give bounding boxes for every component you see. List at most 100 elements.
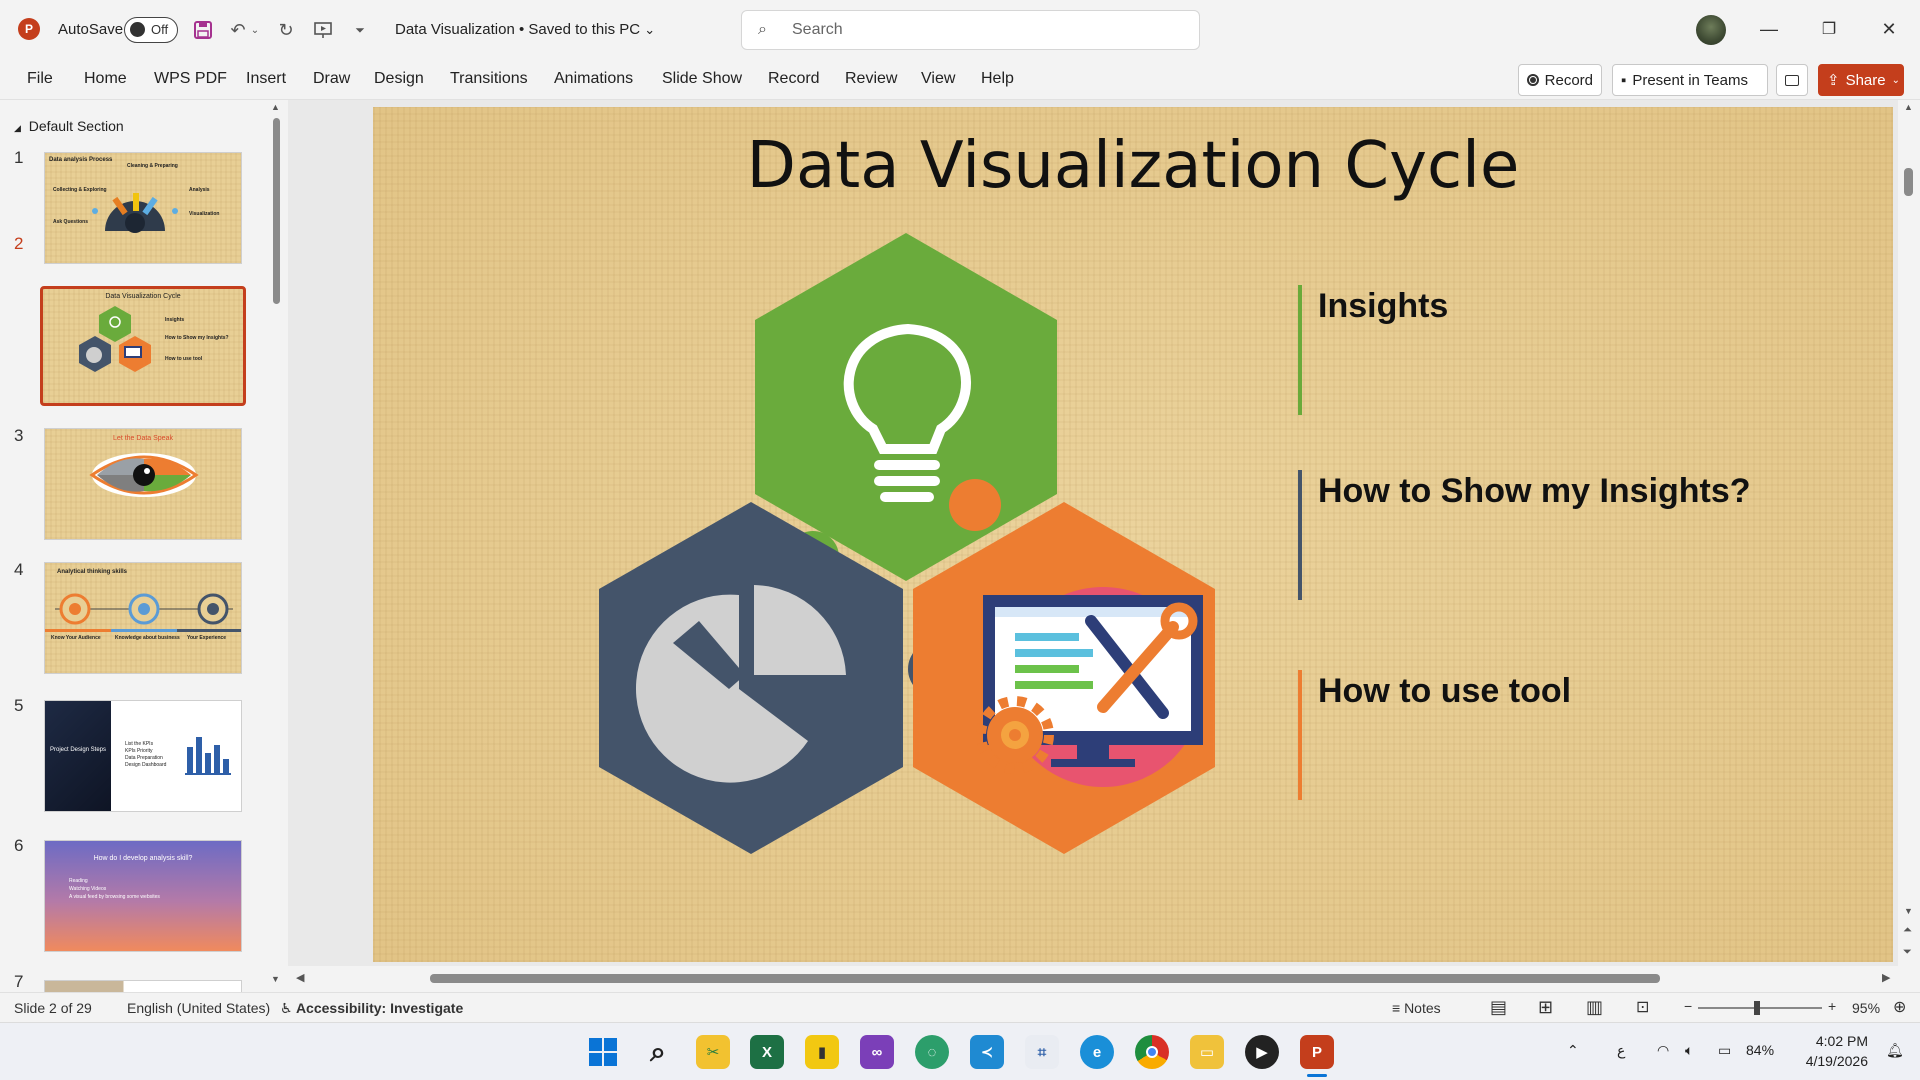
section-header[interactable]: ◢ Default Section (14, 118, 124, 134)
thumb5-item: KPIs Priority (125, 748, 153, 754)
input-language-indicator[interactable]: ع (1617, 1042, 1625, 1059)
scroll-left-icon[interactable]: ◀ (296, 971, 304, 984)
tab-wps-pdf[interactable]: WPS PDF (154, 70, 227, 88)
sync-app-icon[interactable]: ◌ (915, 1035, 949, 1069)
undo-dropdown-icon[interactable]: ⌄ (248, 18, 262, 42)
media-player-icon[interactable]: ▶ (1245, 1035, 1279, 1069)
autosave-label: AutoSave (58, 21, 124, 38)
scrollbar-thumb[interactable] (1904, 168, 1913, 196)
thumbnail-scrollbar[interactable]: ▲ ▼ (270, 100, 282, 992)
thumb-number: 7 (14, 972, 24, 991)
redo-icon[interactable]: ↻ (274, 18, 298, 42)
slide-sorter-icon[interactable]: ⊞ (1538, 997, 1553, 1018)
tab-review[interactable]: Review (845, 70, 897, 88)
slide-counter[interactable]: Slide 2 of 29 (14, 1000, 92, 1016)
excel-icon[interactable]: X (750, 1035, 784, 1069)
volume-icon[interactable]: 🔈︎ (1685, 1042, 1693, 1059)
customize-toolbar-icon[interactable]: ⏷ (348, 18, 372, 42)
slide-thumbnail-5[interactable]: Project Design Steps List the KPIs KPIs … (44, 700, 242, 812)
scrollbar-thumb[interactable] (273, 118, 280, 304)
search-icon[interactable]: ⌕ (641, 1035, 675, 1069)
section-label: Default Section (28, 118, 124, 134)
zoom-level[interactable]: 95% (1852, 1000, 1880, 1016)
present-in-teams-button[interactable]: ▪ Present in Teams (1612, 64, 1768, 96)
tab-help[interactable]: Help (981, 70, 1014, 88)
thumb5-item: List the KPIs (125, 741, 154, 747)
tab-draw[interactable]: Draw (313, 70, 350, 88)
editor-vertical-scrollbar[interactable]: ▲ ▼ ⏶ ⏷ (1898, 100, 1920, 990)
search-icon: ⌕ (758, 21, 767, 38)
tab-view[interactable]: View (921, 70, 955, 88)
notification-bell-icon[interactable]: 🔔︎ (1886, 1042, 1904, 1059)
clock[interactable]: 4:02 PM 4/19/2026 (1796, 1031, 1868, 1071)
scroll-up-icon[interactable]: ▲ (1904, 102, 1913, 112)
scrollbar-thumb[interactable] (430, 974, 1660, 983)
zoom-slider-thumb[interactable] (1754, 1001, 1760, 1015)
normal-view-icon[interactable]: ▤ (1490, 997, 1507, 1018)
snip-sketch-icon[interactable]: ⌗ (1025, 1035, 1059, 1069)
powerpoint-icon: P (18, 18, 40, 40)
undo-icon[interactable]: ↶ (226, 18, 250, 42)
slide-canvas[interactable]: Data Visualization Cycle Insights How to… (373, 107, 1893, 962)
tab-transitions[interactable]: Transitions (450, 70, 528, 88)
zoom-out-icon[interactable]: − (1684, 998, 1692, 1014)
wifi-icon[interactable]: ◠ (1657, 1042, 1669, 1059)
chrome-icon[interactable] (1135, 1035, 1169, 1069)
visual-studio-icon[interactable]: ∞ (860, 1035, 894, 1069)
tab-home[interactable]: Home (84, 70, 127, 88)
document-title[interactable]: Data Visualization • Saved to this PC ⌄ (395, 21, 655, 38)
slide-thumbnail-3[interactable]: Let the Data Speak (44, 428, 242, 540)
avatar[interactable] (1696, 15, 1726, 45)
accessibility-status[interactable]: ♿︎ Accessibility: Investigate (280, 1000, 463, 1017)
scroll-down-icon[interactable]: ▼ (271, 974, 280, 984)
fit-to-window-icon[interactable]: ⊕ (1893, 997, 1906, 1017)
slide-thumbnail-4[interactable]: Analytical thinking skills Know Your Aud… (44, 562, 242, 674)
edge-icon[interactable]: e (1080, 1035, 1114, 1069)
reading-view-icon[interactable]: ▥ (1586, 997, 1603, 1018)
restore-icon[interactable]: ❐ (1814, 14, 1844, 44)
snipping-tool-icon[interactable]: ✂ (696, 1035, 730, 1069)
tab-animations[interactable]: Animations (554, 70, 633, 88)
next-slide-icon[interactable]: ⏷ (1903, 946, 1912, 959)
tab-slide-show[interactable]: Slide Show (662, 70, 742, 88)
tab-file[interactable]: File (27, 70, 53, 88)
power-bi-icon[interactable]: ▮ (805, 1035, 839, 1069)
share-label: Share (1845, 71, 1886, 89)
tab-record[interactable]: Record (768, 70, 820, 88)
previous-slide-icon[interactable]: ⏶ (1903, 924, 1912, 937)
battery-icon[interactable]: ▭ (1718, 1042, 1731, 1059)
slide-thumbnail-7[interactable] (44, 980, 242, 992)
save-icon[interactable] (191, 18, 215, 42)
vscode-icon[interactable]: ≺ (970, 1035, 1004, 1069)
slide-show-icon[interactable]: ⊡ (1636, 997, 1649, 1017)
slide-thumbnail-6[interactable]: How do I develop analysis skill? Reading… (44, 840, 242, 952)
minimize-icon[interactable]: — (1754, 14, 1784, 44)
scroll-down-icon[interactable]: ▼ (1904, 906, 1913, 916)
battery-percent[interactable]: 84% (1746, 1042, 1774, 1058)
tab-insert[interactable]: Insert (246, 70, 286, 88)
zoom-slider[interactable] (1698, 1001, 1822, 1015)
zoom-in-icon[interactable]: + (1828, 998, 1836, 1014)
scroll-right-icon[interactable]: ▶ (1882, 971, 1890, 984)
record-button[interactable]: Record (1518, 64, 1602, 96)
search-box[interactable]: ⌕ Search (741, 10, 1200, 50)
language-indicator[interactable]: English (United States) (127, 1000, 270, 1016)
notes-button[interactable]: ≡ Notes (1392, 1000, 1441, 1016)
slide-thumbnail-2-selected[interactable]: Data Visualization Cycle Insights How to… (40, 286, 246, 406)
share-button[interactable]: ⇪ Share ⌄ (1818, 64, 1904, 96)
powerpoint-taskbar-icon[interactable]: P (1300, 1035, 1334, 1069)
slide-item-label: How to use tool (1318, 672, 1572, 710)
scroll-up-icon[interactable]: ▲ (271, 102, 280, 112)
orange-accent-bar (1298, 670, 1302, 800)
autosave-toggle[interactable]: Off (124, 17, 178, 43)
file-explorer-icon[interactable]: ▭ (1190, 1035, 1224, 1069)
present-from-start-icon[interactable] (311, 18, 335, 42)
windows-start-icon[interactable] (586, 1035, 620, 1069)
tab-design[interactable]: Design (374, 70, 424, 88)
show-hidden-icons-icon[interactable]: ⌃ (1567, 1042, 1579, 1059)
editor-horizontal-scrollbar[interactable]: ◀ ▶ (288, 966, 1898, 992)
close-icon[interactable]: ✕ (1874, 14, 1904, 44)
comments-button[interactable] (1776, 64, 1808, 96)
hexagon-cycle-diagram[interactable] (373, 107, 1893, 962)
slide-thumbnail-1[interactable]: Data analysis Process Cleaning & Prepari… (44, 152, 242, 264)
